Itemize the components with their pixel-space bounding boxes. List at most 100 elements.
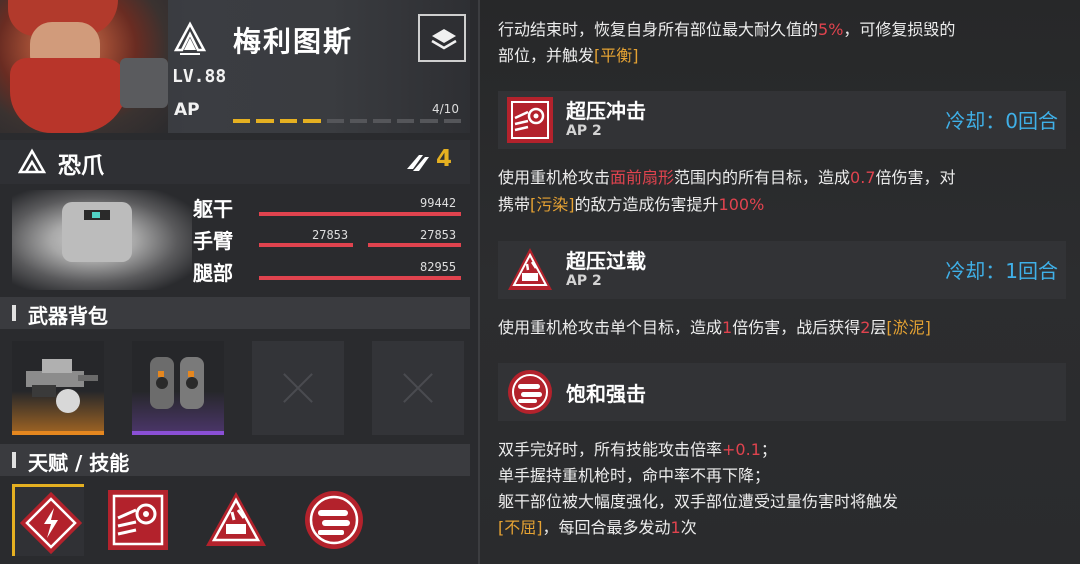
text-segment: 次 <box>680 518 697 537</box>
keyword-pollution[interactable]: [污染] <box>530 195 575 214</box>
part-bar-left-arm <box>259 243 353 247</box>
character-portrait[interactable] <box>0 0 168 133</box>
lightning-diamond-icon <box>19 491 83 555</box>
text-highlight: 1 <box>670 518 681 537</box>
ap-bar <box>233 119 462 123</box>
skill-name: 饱和强击 <box>566 382 646 406</box>
keyword-silt[interactable]: [淤泥] <box>886 318 931 337</box>
weapon-slot-3-empty[interactable] <box>252 341 344 435</box>
text-highlight: +0.1 <box>722 440 761 459</box>
part-label-legs: 腿部 <box>193 261 233 285</box>
weapon-slot-1[interactable] <box>12 341 104 435</box>
part-value-torso: 99442 <box>420 196 457 210</box>
keyword-balance[interactable]: [平衡] <box>594 46 639 65</box>
part-value-right-arm: 27853 <box>420 228 457 242</box>
text-segment: 使用重机枪攻击 <box>498 168 611 187</box>
talent-slot-1[interactable] <box>12 484 84 556</box>
ap-segment <box>420 119 438 123</box>
skill-cooldown: 冷却：1回合 <box>945 259 1058 283</box>
arm-module-icon <box>150 357 204 409</box>
text-highlight: 2 <box>860 318 871 337</box>
mech-eye <box>92 212 100 218</box>
saturation-strike-icon <box>305 491 363 549</box>
text-segment: 部位，并触发 <box>498 46 595 65</box>
weapon-slot-2[interactable] <box>132 341 224 435</box>
skill-header-saturation-strike[interactable]: 饱和强击 <box>498 363 1066 421</box>
text-segment: ，可修复损毁的 <box>843 20 956 39</box>
keyword-unyielding[interactable]: [不屈] <box>498 518 543 537</box>
portrait-beard <box>10 58 128 133</box>
text-segment: 倍伤害，战后获得 <box>732 318 861 337</box>
overpressure-strike-icon <box>507 97 553 143</box>
skill-name: 超压过载 <box>566 249 646 273</box>
text-segment: 双手完好时，所有技能攻击倍率 <box>498 440 723 459</box>
ap-segment <box>326 119 345 123</box>
part-bar-legs <box>259 276 461 280</box>
text-segment: 的敌方造成伤害提升 <box>574 195 719 214</box>
text-segment: 倍伤害，对 <box>875 168 956 187</box>
text-highlight: 0.7 <box>850 168 876 187</box>
rarity-bar <box>132 431 224 435</box>
ap-segment <box>303 119 321 123</box>
layers-button[interactable] <box>418 14 466 62</box>
skill-1-desc-line-2: 携带[污染]的敌方造成伤害提升100% <box>498 191 764 215</box>
character-name: 梅利图斯 <box>233 25 354 58</box>
section-marker <box>12 452 16 468</box>
character-level: LV.88 <box>172 66 227 87</box>
text-segment: 携带 <box>498 195 531 214</box>
mech-image[interactable] <box>12 190 192 290</box>
talents-section-header: 天赋 / 技能 <box>0 444 470 476</box>
portrait-gun <box>120 58 168 108</box>
weapons-section-header: 武器背包 <box>0 297 470 329</box>
text-segment: 使用重机枪攻击单个目标，造成 <box>498 318 723 337</box>
skill-1-desc-line-1: 使用重机枪攻击面前扇形范围内的所有目标，造成0.7倍伤害，对 <box>498 164 956 188</box>
overpressure-overload-icon <box>508 248 552 290</box>
machine-gun-icon <box>26 359 98 413</box>
mech-name: 恐爪 <box>58 153 104 179</box>
text-segment: 行动结束时，恢复自身所有部位最大耐久值的 <box>498 20 819 39</box>
mech-class-icon <box>18 148 46 174</box>
ap-segment <box>279 119 298 123</box>
skill-header-overpressure-strike[interactable]: 超压冲击 AP 2 冷却：0回合 <box>498 91 1066 149</box>
part-bar-torso <box>259 212 461 216</box>
passive-text-line-1: 行动结束时，恢复自身所有部位最大耐久值的5%，可修复损毁的 <box>498 16 955 40</box>
ap-value: 4/10 <box>432 102 459 116</box>
skill-name: 超压冲击 <box>566 99 646 123</box>
skill-ap-cost: AP 2 <box>566 273 602 289</box>
section-marker <box>12 305 16 321</box>
skill-3-desc-line-3: 躯干部位被大幅度强化，双手部位遭受过量伤害时将触发 <box>498 492 899 511</box>
rarity-bar <box>12 431 104 435</box>
part-value-left-arm: 27853 <box>312 228 349 242</box>
claw-icon <box>407 155 429 171</box>
skill-cooldown: 冷却：0回合 <box>945 109 1058 133</box>
text-segment: ； <box>760 440 777 459</box>
part-label-arms: 手臂 <box>193 229 233 253</box>
skill-2-desc-line-1: 使用重机枪攻击单个目标，造成1倍伤害，战后获得2层[淤泥] <box>498 314 931 338</box>
text-segment: ，每回合最多发动 <box>542 518 671 537</box>
ap-segment <box>350 119 368 123</box>
layers-icon <box>431 29 457 50</box>
skill-slot-saturation-strike[interactable] <box>298 484 370 556</box>
skill-slot-overpressure-overload[interactable] <box>200 484 272 556</box>
weapon-slot-4-empty[interactable] <box>372 341 464 435</box>
overpressure-overload-icon <box>206 492 266 546</box>
rank-icon <box>173 21 207 55</box>
skill-header-overpressure-overload[interactable]: 超压过载 AP 2 冷却：1回合 <box>498 241 1066 299</box>
text-segment: 范围内的所有目标，造成 <box>674 168 851 187</box>
talents-section-title: 天赋 / 技能 <box>28 451 130 475</box>
skill-3-desc-line-1: 双手完好时，所有技能攻击倍率+0.1； <box>498 436 777 460</box>
ap-segment <box>373 119 391 123</box>
skill-3-desc-line-4: [不屈]，每回合最多发动1次 <box>498 514 697 538</box>
text-highlight: 面前扇形 <box>610 168 675 187</box>
overpressure-strike-icon <box>108 490 168 550</box>
ap-label: AP <box>174 100 200 120</box>
text-segment: 层 <box>870 318 887 337</box>
mech-count: 4 <box>436 146 453 172</box>
skill-ap-cost: AP 2 <box>566 123 602 139</box>
ap-segment <box>256 119 274 123</box>
text-highlight: 1 <box>722 318 733 337</box>
part-value-legs: 82955 <box>420 260 457 274</box>
skill-slot-overpressure-strike[interactable] <box>102 484 174 556</box>
character-header: LV.88 AP 梅利图斯 4/10 <box>0 0 470 133</box>
part-label-torso: 躯干 <box>193 197 233 221</box>
